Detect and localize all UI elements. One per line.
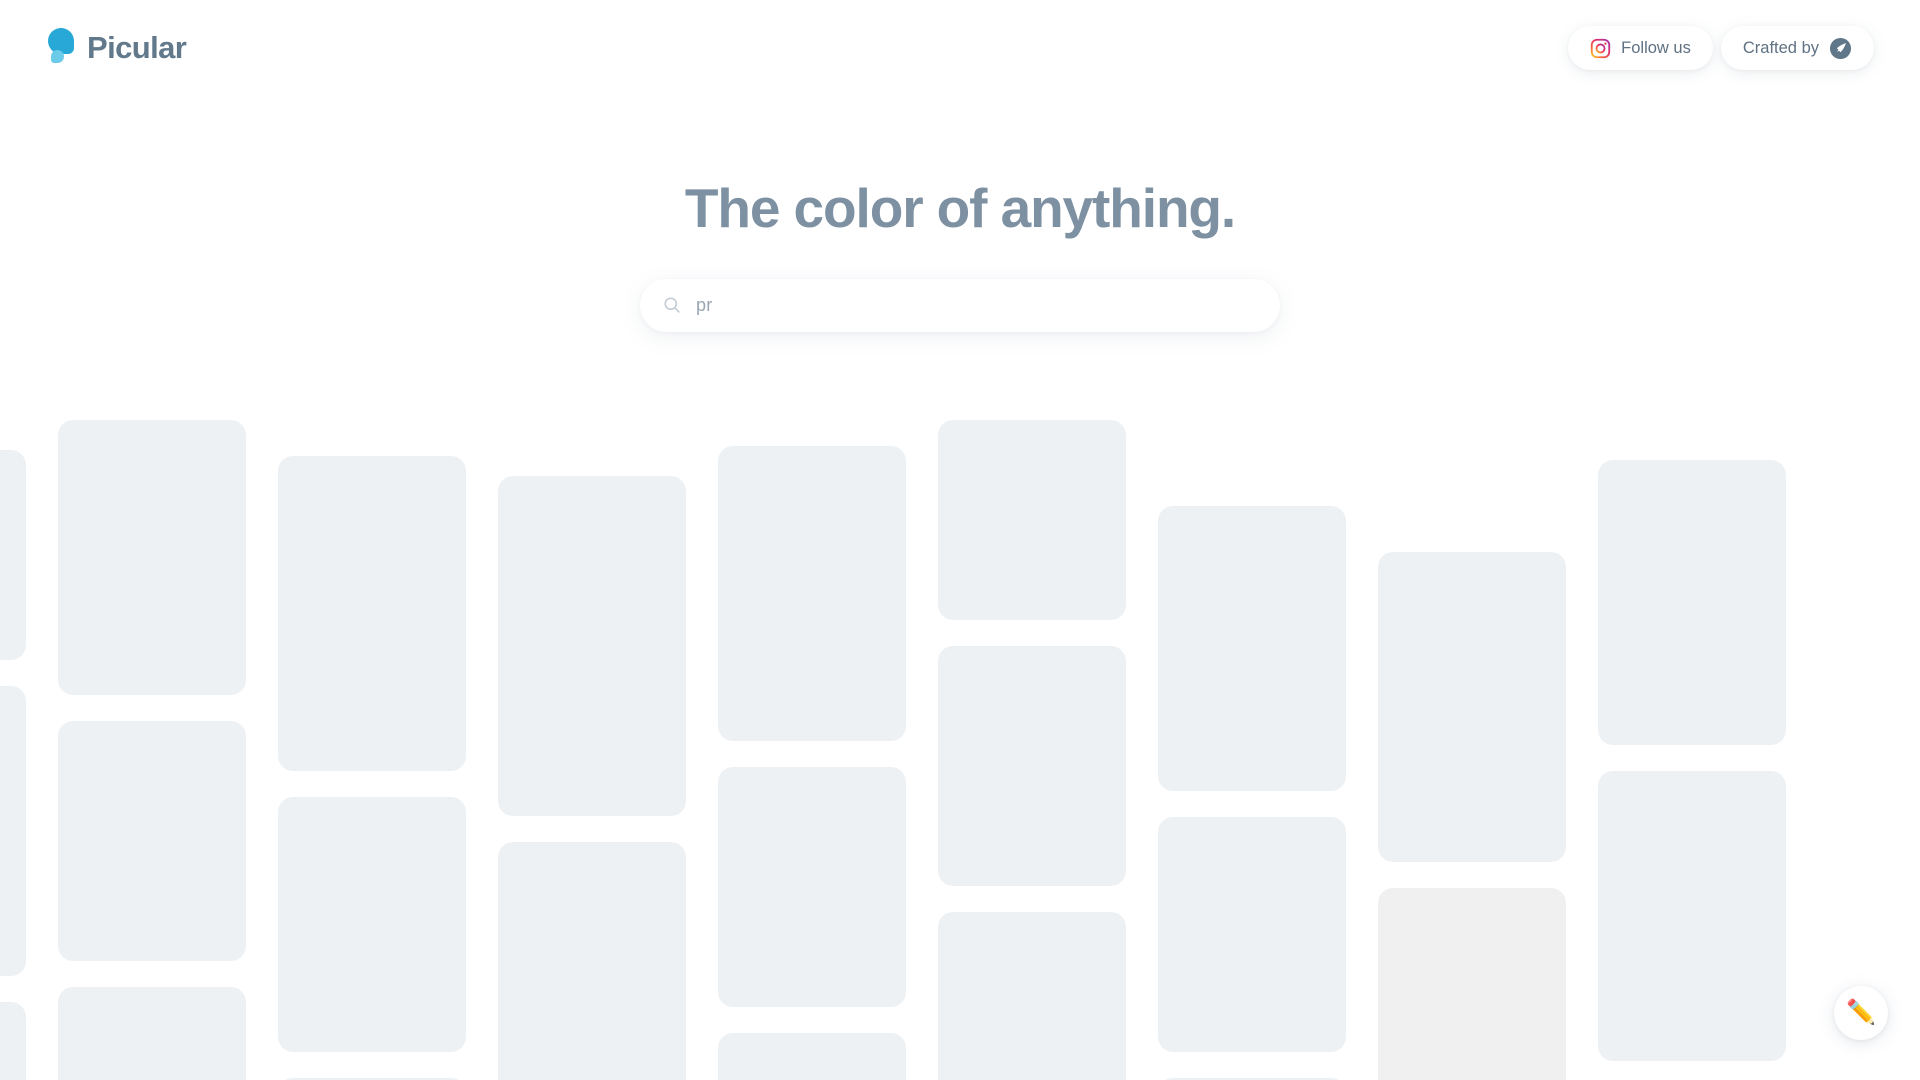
brand-logo[interactable]: Picular [46,28,187,66]
follow-us-label: Follow us [1621,38,1691,57]
result-card-placeholder[interactable] [58,987,246,1080]
results-column [1158,506,1346,1080]
header-actions: Follow us Crafted by [1568,26,1874,70]
result-card-placeholder[interactable] [0,1002,26,1080]
result-card-placeholder[interactable] [718,767,906,1007]
pencil-icon: ✏️ [1846,999,1876,1026]
results-column [498,476,686,1080]
results-column [0,450,26,1080]
results-column [938,420,1126,1080]
result-card-placeholder[interactable] [498,476,686,816]
result-card-placeholder[interactable] [58,721,246,961]
result-card-placeholder[interactable] [938,420,1126,620]
result-card-placeholder[interactable] [0,686,26,976]
result-card-placeholder[interactable] [718,1033,906,1080]
results-column [718,446,906,1080]
result-card-placeholder[interactable] [0,450,26,660]
result-card-placeholder[interactable] [938,912,1126,1080]
result-card-placeholder[interactable] [1378,552,1566,862]
page-header: Picular Follow us Crafted by [0,0,1920,100]
results-column [58,420,246,1080]
crafted-by-label: Crafted by [1742,38,1819,57]
picular-drop-icon [46,28,76,66]
picular-landing-page: Picular Follow us Crafted by The color o… [0,0,1920,1080]
result-card-placeholder[interactable] [938,646,1126,886]
results-grid [0,420,1920,1080]
result-card-placeholder[interactable] [1378,888,1566,1080]
result-card-placeholder[interactable] [278,456,466,771]
feedback-button[interactable]: ✏️ [1834,986,1888,1040]
page-title: The color of anything. [684,177,1236,239]
result-card-placeholder[interactable] [278,797,466,1052]
results-column [278,456,466,1080]
brand-name: Picular [87,29,187,65]
result-card-placeholder[interactable] [498,842,686,1080]
follow-us-button[interactable]: Follow us [1568,26,1713,70]
paper-plane-icon [1829,37,1852,60]
results-column [1378,552,1566,1080]
crafted-by-button[interactable]: Crafted by [1720,26,1874,70]
search-bar[interactable] [640,278,1280,332]
results-column [1598,460,1786,1080]
search-input[interactable] [696,294,1258,316]
result-card-placeholder[interactable] [1598,460,1786,745]
result-card-placeholder[interactable] [1158,817,1346,1052]
result-card-placeholder[interactable] [1598,771,1786,1061]
result-card-placeholder[interactable] [58,420,246,695]
result-card-placeholder[interactable] [718,446,906,741]
instagram-icon [1590,38,1611,59]
search-icon [662,295,696,315]
result-card-placeholder[interactable] [1158,506,1346,791]
